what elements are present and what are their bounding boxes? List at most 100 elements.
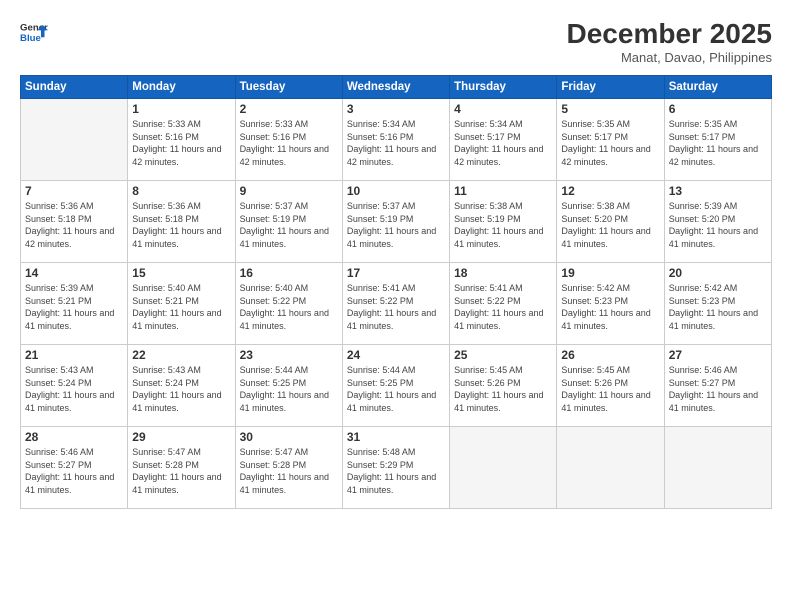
day-info: Sunrise: 5:34 AM Sunset: 5:17 PM Dayligh… — [454, 118, 552, 168]
table-row: 28 Sunrise: 5:46 AM Sunset: 5:27 PM Dayli… — [21, 427, 128, 509]
day-number: 1 — [132, 102, 230, 116]
table-row: 22 Sunrise: 5:43 AM Sunset: 5:24 PM Dayli… — [128, 345, 235, 427]
day-number: 15 — [132, 266, 230, 280]
table-row: 16Sunrise: 5:40 AM Sunset: 5:22 PM Dayli… — [235, 263, 342, 345]
table-row: 24 Sunrise: 5:44 AM Sunset: 5:25 PM Dayli… — [342, 345, 449, 427]
table-row: 15 Sunrise: 5:40 AM Sunset: 5:21 PM Dayli… — [128, 263, 235, 345]
page: General Blue December 2025 Manat, Davao,… — [0, 0, 792, 612]
calendar-week-4: 28 Sunrise: 5:46 AM Sunset: 5:27 PM Dayli… — [21, 427, 772, 509]
table-row: 18 Sunrise: 5:41 AM Sunset: 5:22 PM Dayli… — [450, 263, 557, 345]
table-row: 25 Sunrise: 5:45 AM Sunset: 5:26 PM Dayli… — [450, 345, 557, 427]
day-number: 17 — [347, 266, 445, 280]
table-row: 20 Sunrise: 5:42 AM Sunset: 5:23 PM Dayli… — [664, 263, 771, 345]
day-info: Sunrise: 5:42 AM Sunset: 5:23 PM Dayligh… — [669, 282, 767, 332]
col-monday: Monday — [128, 76, 235, 99]
location: Manat, Davao, Philippines — [567, 50, 772, 65]
day-info: Sunrise: 5:35 AM Sunset: 5:17 PM Dayligh… — [561, 118, 659, 168]
day-info: Sunrise: 5:36 AM Sunset: 5:18 PM Dayligh… — [25, 200, 123, 250]
day-number: 2 — [240, 102, 338, 116]
col-friday: Friday — [557, 76, 664, 99]
day-info: Sunrise: 5:42 AM Sunset: 5:23 PM Dayligh… — [561, 282, 659, 332]
day-info: Sunrise: 5:47 AM Sunset: 5:28 PM Dayligh… — [132, 446, 230, 496]
day-number: 25 — [454, 348, 552, 362]
table-row: 5 Sunrise: 5:35 AM Sunset: 5:17 PM Daylig… — [557, 99, 664, 181]
table-row: 12 Sunrise: 5:38 AM Sunset: 5:20 PM Dayli… — [557, 181, 664, 263]
day-number: 26 — [561, 348, 659, 362]
day-number: 5 — [561, 102, 659, 116]
day-info: Sunrise: 5:45 AM Sunset: 5:26 PM Dayligh… — [561, 364, 659, 414]
table-row: 29 Sunrise: 5:47 AM Sunset: 5:28 PM Dayli… — [128, 427, 235, 509]
table-row: 4Sunrise: 5:34 AM Sunset: 5:17 PM Daylig… — [450, 99, 557, 181]
table-row: 23Sunrise: 5:44 AM Sunset: 5:25 PM Dayli… — [235, 345, 342, 427]
day-info: Sunrise: 5:45 AM Sunset: 5:26 PM Dayligh… — [454, 364, 552, 414]
day-number: 6 — [669, 102, 767, 116]
table-row: 3Sunrise: 5:34 AM Sunset: 5:16 PM Daylig… — [342, 99, 449, 181]
header: General Blue December 2025 Manat, Davao,… — [20, 18, 772, 65]
day-info: Sunrise: 5:40 AM Sunset: 5:21 PM Dayligh… — [132, 282, 230, 332]
day-number: 20 — [669, 266, 767, 280]
day-number: 16 — [240, 266, 338, 280]
calendar-week-2: 14 Sunrise: 5:39 AM Sunset: 5:21 PM Dayli… — [21, 263, 772, 345]
day-info: Sunrise: 5:33 AM Sunset: 5:16 PM Dayligh… — [132, 118, 230, 168]
day-number: 27 — [669, 348, 767, 362]
table-row: 6 Sunrise: 5:35 AM Sunset: 5:17 PM Daylig… — [664, 99, 771, 181]
col-wednesday: Wednesday — [342, 76, 449, 99]
day-info: Sunrise: 5:44 AM Sunset: 5:25 PM Dayligh… — [240, 364, 338, 414]
day-number: 13 — [669, 184, 767, 198]
day-info: Sunrise: 5:41 AM Sunset: 5:22 PM Dayligh… — [454, 282, 552, 332]
day-info: Sunrise: 5:48 AM Sunset: 5:29 PM Dayligh… — [347, 446, 445, 496]
day-info: Sunrise: 5:37 AM Sunset: 5:19 PM Dayligh… — [347, 200, 445, 250]
day-number: 14 — [25, 266, 123, 280]
table-row: 11Sunrise: 5:38 AM Sunset: 5:19 PM Dayli… — [450, 181, 557, 263]
day-number: 11 — [454, 184, 552, 198]
table-row: 8 Sunrise: 5:36 AM Sunset: 5:18 PM Daylig… — [128, 181, 235, 263]
day-info: Sunrise: 5:35 AM Sunset: 5:17 PM Dayligh… — [669, 118, 767, 168]
svg-text:Blue: Blue — [20, 33, 41, 44]
calendar-week-0: 1 Sunrise: 5:33 AM Sunset: 5:16 PM Daylig… — [21, 99, 772, 181]
col-sunday: Sunday — [21, 76, 128, 99]
col-tuesday: Tuesday — [235, 76, 342, 99]
col-saturday: Saturday — [664, 76, 771, 99]
table-row: 31 Sunrise: 5:48 AM Sunset: 5:29 PM Dayli… — [342, 427, 449, 509]
table-row — [450, 427, 557, 509]
day-number: 30 — [240, 430, 338, 444]
day-info: Sunrise: 5:47 AM Sunset: 5:28 PM Dayligh… — [240, 446, 338, 496]
day-number: 9 — [240, 184, 338, 198]
day-info: Sunrise: 5:44 AM Sunset: 5:25 PM Dayligh… — [347, 364, 445, 414]
table-row: 2 Sunrise: 5:33 AM Sunset: 5:16 PM Daylig… — [235, 99, 342, 181]
day-info: Sunrise: 5:41 AM Sunset: 5:22 PM Dayligh… — [347, 282, 445, 332]
day-info: Sunrise: 5:43 AM Sunset: 5:24 PM Dayligh… — [25, 364, 123, 414]
day-number: 8 — [132, 184, 230, 198]
day-info: Sunrise: 5:38 AM Sunset: 5:20 PM Dayligh… — [561, 200, 659, 250]
table-row: 13 Sunrise: 5:39 AM Sunset: 5:20 PM Dayli… — [664, 181, 771, 263]
day-number: 12 — [561, 184, 659, 198]
day-number: 28 — [25, 430, 123, 444]
day-number: 21 — [25, 348, 123, 362]
table-row — [664, 427, 771, 509]
day-number: 24 — [347, 348, 445, 362]
day-info: Sunrise: 5:33 AM Sunset: 5:16 PM Dayligh… — [240, 118, 338, 168]
day-number: 29 — [132, 430, 230, 444]
day-info: Sunrise: 5:46 AM Sunset: 5:27 PM Dayligh… — [669, 364, 767, 414]
table-row: 19 Sunrise: 5:42 AM Sunset: 5:23 PM Dayli… — [557, 263, 664, 345]
calendar-week-3: 21 Sunrise: 5:43 AM Sunset: 5:24 PM Dayli… — [21, 345, 772, 427]
day-info: Sunrise: 5:37 AM Sunset: 5:19 PM Dayligh… — [240, 200, 338, 250]
table-row: 14 Sunrise: 5:39 AM Sunset: 5:21 PM Dayli… — [21, 263, 128, 345]
day-number: 7 — [25, 184, 123, 198]
day-number: 3 — [347, 102, 445, 116]
calendar: Sunday Monday Tuesday Wednesday Thursday… — [20, 75, 772, 509]
table-row — [21, 99, 128, 181]
day-info: Sunrise: 5:39 AM Sunset: 5:21 PM Dayligh… — [25, 282, 123, 332]
table-row: 27 Sunrise: 5:46 AM Sunset: 5:27 PM Dayli… — [664, 345, 771, 427]
day-info: Sunrise: 5:36 AM Sunset: 5:18 PM Dayligh… — [132, 200, 230, 250]
day-number: 18 — [454, 266, 552, 280]
calendar-header-row: Sunday Monday Tuesday Wednesday Thursday… — [21, 76, 772, 99]
day-info: Sunrise: 5:39 AM Sunset: 5:20 PM Dayligh… — [669, 200, 767, 250]
table-row: 26 Sunrise: 5:45 AM Sunset: 5:26 PM Dayli… — [557, 345, 664, 427]
logo: General Blue — [20, 18, 48, 46]
day-number: 22 — [132, 348, 230, 362]
day-number: 31 — [347, 430, 445, 444]
day-info: Sunrise: 5:43 AM Sunset: 5:24 PM Dayligh… — [132, 364, 230, 414]
day-number: 19 — [561, 266, 659, 280]
day-info: Sunrise: 5:46 AM Sunset: 5:27 PM Dayligh… — [25, 446, 123, 496]
